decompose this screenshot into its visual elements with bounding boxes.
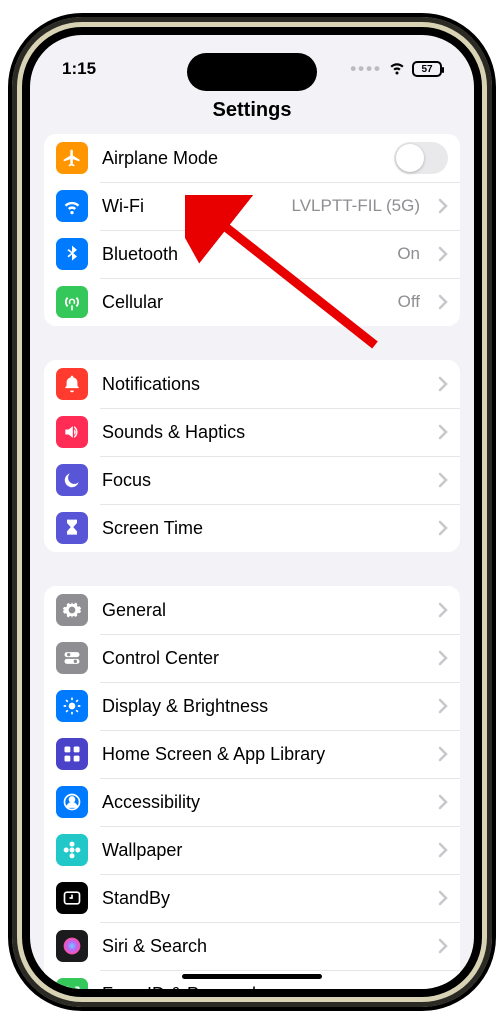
row-label: Bluetooth — [102, 244, 383, 265]
settings-row-screentime[interactable]: Screen Time — [44, 504, 460, 552]
settings-row-wallpaper[interactable]: Wallpaper — [44, 826, 460, 874]
dynamic-island — [187, 53, 317, 91]
bell-icon — [56, 368, 88, 400]
settings-row-siri[interactable]: Siri & Search — [44, 922, 460, 970]
person-icon — [56, 786, 88, 818]
settings-row-sounds[interactable]: Sounds & Haptics — [44, 408, 460, 456]
row-label: Screen Time — [102, 518, 424, 539]
chevron-right-icon — [438, 698, 448, 714]
phone-bezel: 1:15 •••• 57 Settings Airplane Mode Wi-Fi… — [22, 27, 482, 997]
settings-group: Airplane Mode Wi-Fi LVLPTT-FIL (5G) Bluetoo… — [44, 134, 460, 326]
settings-row-focus[interactable]: Focus — [44, 456, 460, 504]
chevron-right-icon — [438, 602, 448, 618]
row-label: Wi-Fi — [102, 196, 278, 217]
chevron-right-icon — [438, 520, 448, 536]
settings-row-standby[interactable]: StandBy — [44, 874, 460, 922]
row-label: Focus — [102, 470, 424, 491]
settings-row-bluetooth[interactable]: Bluetooth On — [44, 230, 460, 278]
toggle-airplane[interactable] — [394, 142, 448, 174]
chevron-right-icon — [438, 794, 448, 810]
settings-row-display[interactable]: Display & Brightness — [44, 682, 460, 730]
chevron-right-icon — [438, 294, 448, 310]
settings-row-airplane[interactable]: Airplane Mode — [44, 134, 460, 182]
hourglass-icon — [56, 512, 88, 544]
settings-row-accessibility[interactable]: Accessibility — [44, 778, 460, 826]
row-label: General — [102, 600, 424, 621]
moon-icon — [56, 464, 88, 496]
chevron-right-icon — [438, 472, 448, 488]
settings-row-notifications[interactable]: Notifications — [44, 360, 460, 408]
status-time: 1:15 — [62, 59, 96, 79]
grid-icon — [56, 738, 88, 770]
chevron-right-icon — [438, 842, 448, 858]
gear-icon — [56, 594, 88, 626]
bluetooth-icon — [56, 238, 88, 270]
settings-row-faceid[interactable]: Face ID & Passcode — [44, 970, 460, 989]
row-label: StandBy — [102, 888, 424, 909]
phone-frame: 1:15 •••• 57 Settings Airplane Mode Wi-Fi… — [12, 17, 492, 1007]
airplane-icon — [56, 142, 88, 174]
row-label: Sounds & Haptics — [102, 422, 424, 443]
chevron-right-icon — [438, 376, 448, 392]
row-label: Face ID & Passcode — [102, 984, 424, 990]
speaker-icon — [56, 416, 88, 448]
row-label: Accessibility — [102, 792, 424, 813]
row-label: Control Center — [102, 648, 424, 669]
settings-row-cellular[interactable]: Cellular Off — [44, 278, 460, 326]
chevron-right-icon — [438, 424, 448, 440]
home-indicator — [182, 974, 322, 979]
antenna-icon — [56, 286, 88, 318]
settings-row-general[interactable]: General — [44, 586, 460, 634]
wifi-icon — [388, 58, 406, 81]
screen: 1:15 •••• 57 Settings Airplane Mode Wi-Fi… — [30, 35, 474, 989]
row-label: Wallpaper — [102, 840, 424, 861]
chevron-right-icon — [438, 890, 448, 906]
row-value: LVLPTT-FIL (5G) — [292, 196, 420, 216]
status-right: •••• 57 — [350, 58, 442, 81]
row-label: Home Screen & App Library — [102, 744, 424, 765]
clock-icon — [56, 882, 88, 914]
row-label: Siri & Search — [102, 936, 424, 957]
settings-row-wifi[interactable]: Wi-Fi LVLPTT-FIL (5G) — [44, 182, 460, 230]
faceid-icon — [56, 978, 88, 989]
settings-row-homescreen[interactable]: Home Screen & App Library — [44, 730, 460, 778]
settings-group: Notifications Sounds & Haptics Focus Screen… — [44, 360, 460, 552]
chevron-right-icon — [438, 746, 448, 762]
sun-icon — [56, 690, 88, 722]
wifi-icon — [56, 190, 88, 222]
page-title: Settings — [30, 93, 474, 134]
row-value: On — [397, 244, 420, 264]
cellular-dots-icon: •••• — [350, 59, 382, 79]
chevron-right-icon — [438, 938, 448, 954]
settings-row-controlcenter[interactable]: Control Center — [44, 634, 460, 682]
chevron-right-icon — [438, 986, 448, 989]
siri-icon — [56, 930, 88, 962]
settings-group: General Control Center Display & Brightnes… — [44, 586, 460, 989]
toggles-icon — [56, 642, 88, 674]
chevron-right-icon — [438, 650, 448, 666]
settings-list[interactable]: Airplane Mode Wi-Fi LVLPTT-FIL (5G) Bluetoo… — [30, 134, 474, 989]
row-value: Off — [398, 292, 420, 312]
row-label: Cellular — [102, 292, 384, 313]
row-label: Notifications — [102, 374, 424, 395]
chevron-right-icon — [438, 246, 448, 262]
row-label: Airplane Mode — [102, 148, 380, 169]
battery-icon: 57 — [412, 61, 442, 77]
flower-icon — [56, 834, 88, 866]
chevron-right-icon — [438, 198, 448, 214]
row-label: Display & Brightness — [102, 696, 424, 717]
